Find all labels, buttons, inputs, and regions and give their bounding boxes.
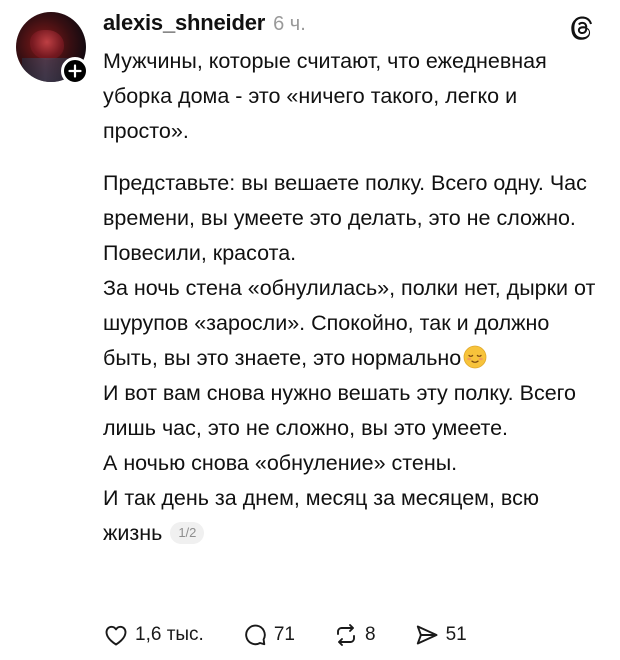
share-count: 51 <box>445 624 467 645</box>
avatar-container[interactable] <box>16 12 89 85</box>
heart-icon <box>105 625 127 646</box>
timestamp: 6 ч. <box>273 13 306 35</box>
post-paragraph: И так день за днем, месяц за месяцем, вс… <box>103 481 603 551</box>
repost-count: 8 <box>364 624 376 645</box>
threads-logo-icon[interactable] <box>568 14 596 42</box>
post-actions: 1,6 тыс. 71 8 51 <box>103 620 467 650</box>
username[interactable]: alexis_shneider <box>103 10 265 36</box>
share-button[interactable]: 51 <box>414 622 467 648</box>
comment-button[interactable]: 71 <box>242 622 295 648</box>
comment-bubble-icon <box>245 624 266 646</box>
post-paragraph: Представьте: вы вешаете полку. Всего одн… <box>103 171 587 265</box>
like-count: 1,6 тыс. <box>135 624 204 645</box>
comment-count: 71 <box>273 624 295 645</box>
follow-button[interactable] <box>61 57 89 85</box>
post-paragraph: А ночью снова «обнуление» стены. <box>103 451 458 475</box>
repost-button[interactable]: 8 <box>333 622 376 648</box>
plus-icon <box>68 64 82 78</box>
like-button[interactable]: 1,6 тыс. <box>103 622 204 648</box>
send-paper-plane-icon <box>416 625 438 645</box>
post-header: alexis_shneider 6 ч. <box>103 10 306 40</box>
repost-arrows-icon <box>337 624 355 646</box>
thread-post: alexis_shneider 6 ч. Мужчины, которые сч… <box>0 0 620 660</box>
paragraph-text: И так день за днем, месяц за месяцем, вс… <box>103 486 539 545</box>
post-paragraph: И вот вам снова нужно вешать эту полку. … <box>103 381 576 440</box>
post-paragraph: За ночь стена «обнулилась», полки нет, д… <box>103 271 603 376</box>
post-paragraph: Мужчины, которые считают, что ежедневная… <box>103 49 547 143</box>
post-body: Мужчины, которые считают, что ежедневная… <box>103 44 603 551</box>
relieved-face-emoji-icon <box>463 345 487 369</box>
page-indicator: 1/2 <box>170 522 205 544</box>
paragraph-text: За ночь стена «обнулилась», полки нет, д… <box>103 276 596 370</box>
